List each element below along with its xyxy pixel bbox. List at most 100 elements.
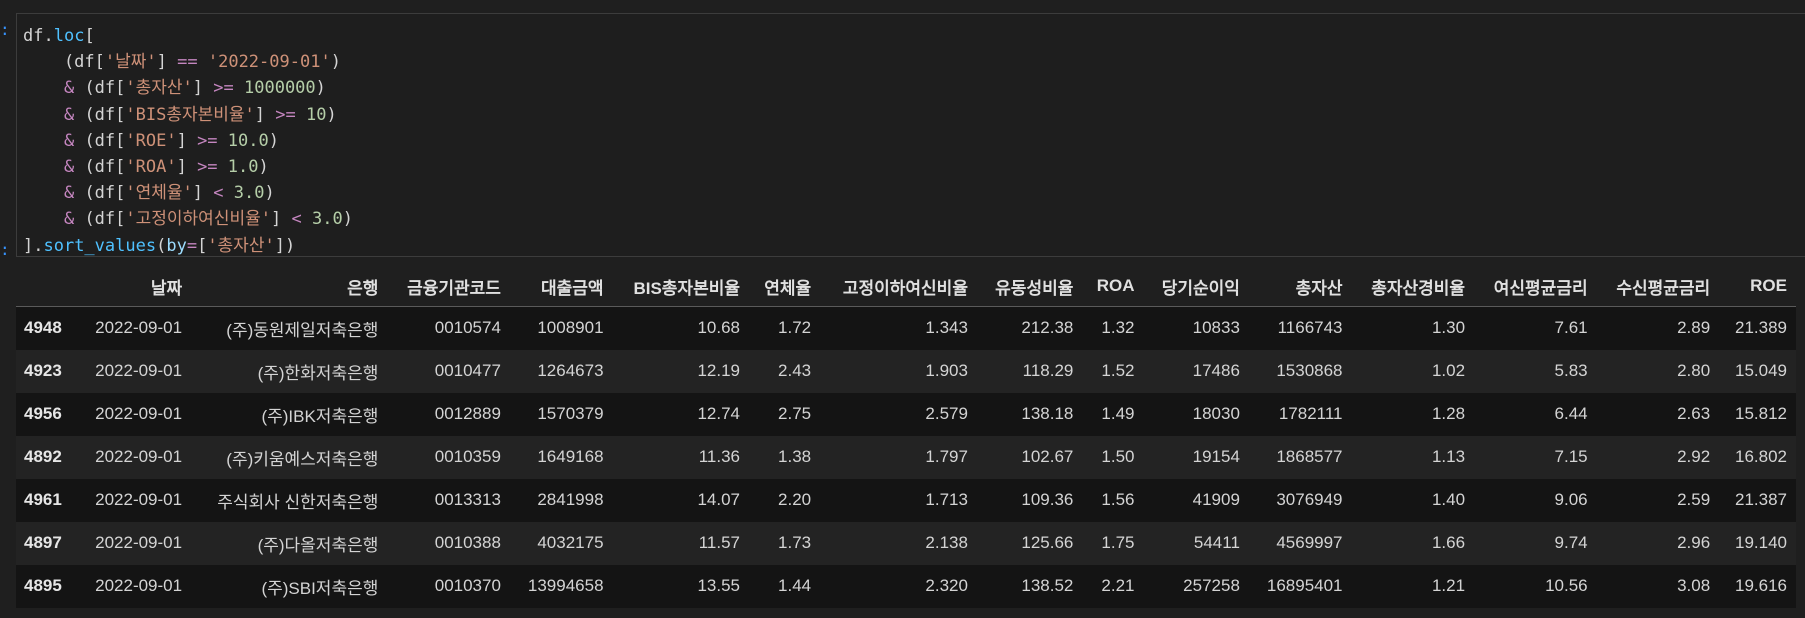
code-line: & (df['고정이하여신비율'] < 3.0) xyxy=(23,206,1805,232)
code-token: & xyxy=(63,183,75,204)
table-cell: 1.713 xyxy=(925,490,968,509)
column-header: 총자산 xyxy=(1248,266,1352,307)
code-token: (df[ xyxy=(74,209,126,230)
table-cell: (주)SBI저축은행 xyxy=(261,578,379,598)
table-cell: 7.61 xyxy=(1554,318,1588,338)
table-cell: 212.38 xyxy=(1021,318,1074,338)
table-cell: 15.812 xyxy=(1735,404,1787,423)
table-cell: 0010388 xyxy=(434,533,501,552)
code-cell-editor[interactable]: df.loc[ (df['날짜'] == '2022-09-01') & (df… xyxy=(16,13,1805,257)
row-index: 4897 xyxy=(24,533,62,552)
table-cell: 2.20 xyxy=(778,490,812,509)
table-cell: 2.138 xyxy=(925,533,968,552)
code-line: & (df['연체율'] < 3.0) xyxy=(23,180,1805,206)
table-cell: 1649168 xyxy=(537,447,604,466)
table-cell: 1.50 xyxy=(1101,447,1135,466)
code-token: ] xyxy=(192,183,214,204)
column-header: 유동성비율 xyxy=(976,266,1083,307)
code-token: < xyxy=(291,209,302,230)
table-cell: 10.68 xyxy=(697,318,740,338)
table-cell: 13994658 xyxy=(527,576,604,595)
output-prompt: : xyxy=(0,240,10,259)
code-token: (df[ xyxy=(23,52,105,73)
code-token: '총자산' xyxy=(207,235,275,256)
table-cell: 2022-09-01 xyxy=(95,361,183,380)
code-token: & xyxy=(63,157,75,178)
code-block[interactable]: df.loc[ (df['날짜'] == '2022-09-01') & (df… xyxy=(17,14,1805,259)
table-cell: 1.52 xyxy=(1101,361,1135,380)
code-token: ]) xyxy=(274,235,296,256)
column-header: 은행 xyxy=(191,266,388,307)
code-token: & xyxy=(63,130,75,151)
table-cell: 3.08 xyxy=(1677,576,1711,595)
table-cell: 0013313 xyxy=(434,490,501,509)
table-cell: 11.57 xyxy=(698,533,740,552)
table-cell: 109.36 xyxy=(1021,490,1074,509)
table-cell: 1.72 xyxy=(778,318,812,338)
code-token: (df[ xyxy=(74,78,126,99)
table-row: 4895 2022-09-01 (주)SBI저축은행 0010370 13994658 1… xyxy=(16,564,1796,608)
code-token: ( xyxy=(156,235,167,256)
table-cell: 2022-09-01 xyxy=(95,318,183,338)
table-cell: 2.43 xyxy=(778,361,812,380)
column-header: 연체율 xyxy=(749,266,821,307)
table-cell: (주)한화저축은행 xyxy=(257,363,379,383)
table-cell: 4569997 xyxy=(1276,533,1343,552)
table-cell: 41909 xyxy=(1192,490,1240,509)
table-cell: 1.903 xyxy=(925,361,968,380)
code-token: 10.0 xyxy=(227,130,269,151)
table-cell: 13.55 xyxy=(697,576,740,595)
table-cell: 102.67 xyxy=(1021,447,1074,466)
code-token: ) xyxy=(264,183,275,204)
table-row: 4961 2022-09-01 주식회사 신한저축은행 0013313 2841998 1… xyxy=(16,478,1796,522)
table-row: 4956 2022-09-01 (주)IBK저축은행 0012889 1570379 12… xyxy=(16,392,1796,436)
table-cell: 19.616 xyxy=(1735,576,1787,595)
code-token: 'ROA' xyxy=(125,157,177,178)
table-cell: (주)IBK저축은행 xyxy=(261,406,379,426)
column-header: BIS총자본비율 xyxy=(612,266,749,307)
table-cell: 1.40 xyxy=(1431,490,1466,509)
table-cell: (주)다올저축은행 xyxy=(257,535,379,555)
table-cell: 19154 xyxy=(1192,447,1240,466)
table-row: 4892 2022-09-01 (주)키움예스저축은행 0010359 1649168 1… xyxy=(16,435,1796,479)
table-cell: 0010477 xyxy=(434,361,501,380)
table-cell: 19.140 xyxy=(1735,533,1787,552)
table-body: 4948 2022-09-01 (주)동원제일저축은행 0010574 1008901 1… xyxy=(16,306,1796,608)
table-cell: 1.28 xyxy=(1431,404,1466,423)
table-cell: 1.02 xyxy=(1431,361,1466,380)
table-cell: 12.74 xyxy=(697,404,740,423)
table-cell: 2022-09-01 xyxy=(95,533,183,552)
code-token: '총자산' xyxy=(125,78,193,99)
code-token: >= xyxy=(197,157,218,178)
row-index: 4892 xyxy=(24,447,62,466)
column-header: ROE xyxy=(1719,266,1796,307)
table-cell: 1.38 xyxy=(778,447,812,466)
table-cell: 21.387 xyxy=(1735,490,1787,509)
code-token: 1.0 xyxy=(227,157,259,178)
table-row: 4897 2022-09-01 (주)다올저축은행 0010388 4032175 11.… xyxy=(16,521,1796,565)
table-cell: 0012889 xyxy=(434,404,501,423)
table-cell: 1.73 xyxy=(778,533,812,552)
code-token: ]. xyxy=(23,235,44,256)
table-cell: 6.44 xyxy=(1554,404,1588,423)
table-cell: 2.96 xyxy=(1677,533,1711,552)
table-cell: 2.80 xyxy=(1677,361,1711,380)
code-token: [ xyxy=(84,26,95,46)
table-cell: 2.21 xyxy=(1101,576,1135,595)
table-cell: 5.83 xyxy=(1554,361,1588,380)
table-cell: 54411 xyxy=(1193,533,1240,552)
row-index: 4961 xyxy=(24,490,62,509)
table-cell: 11.36 xyxy=(698,447,740,466)
code-token: & xyxy=(63,209,75,230)
table-cell: 10833 xyxy=(1192,318,1240,338)
code-token: (df[ xyxy=(74,157,126,178)
code-token: 3.0 xyxy=(311,209,343,230)
table-cell: 0010574 xyxy=(434,318,501,338)
table-cell: 18030 xyxy=(1192,404,1240,423)
code-token: (df[ xyxy=(74,183,126,204)
